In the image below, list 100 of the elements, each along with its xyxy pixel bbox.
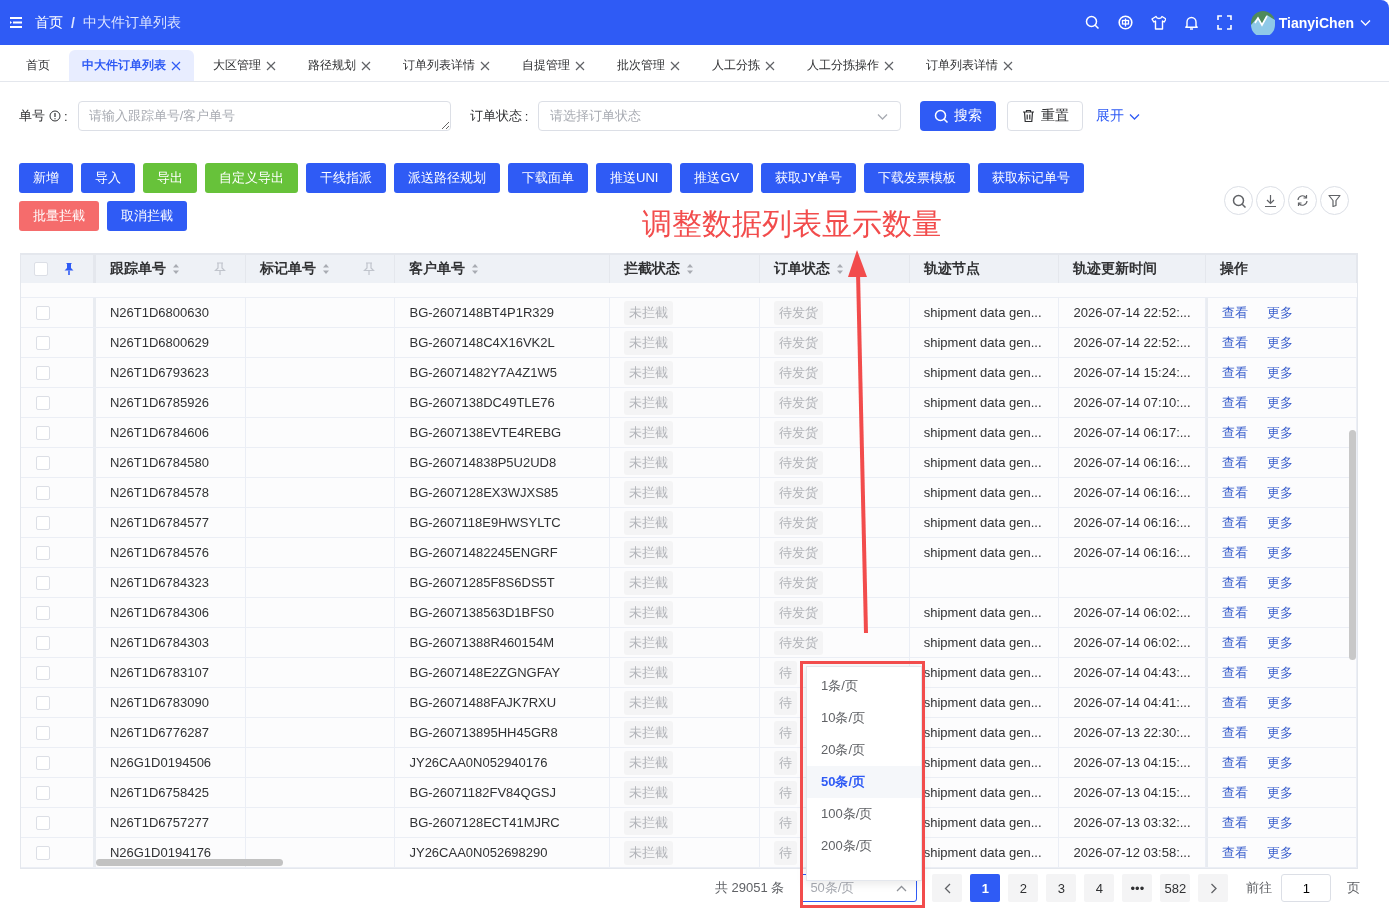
row-action-link[interactable]: 更多 [1267, 573, 1294, 592]
row-action-link[interactable]: 更多 [1267, 843, 1294, 862]
column-header[interactable]: 订单状态 [773, 260, 830, 278]
action-button[interactable]: 导入 [81, 163, 135, 193]
reset-button[interactable]: 重置 [1007, 101, 1084, 131]
row-action-link[interactable]: 更多 [1267, 513, 1294, 532]
status-tag: 待发货 [773, 420, 823, 445]
row-action-link[interactable]: 查看 [1222, 843, 1249, 862]
page-unit-label: 页 [1347, 879, 1361, 897]
column-header[interactable]: 轨迹更新时间 [1073, 260, 1158, 278]
column-header[interactable]: 客户单号 [409, 260, 466, 278]
status-tag: 未拦截 [624, 330, 674, 355]
column-header[interactable]: 跟踪单号 [109, 260, 166, 278]
row-action-link[interactable]: 查看 [1222, 633, 1249, 652]
row-action-link[interactable]: 更多 [1267, 693, 1294, 712]
row-action-link[interactable]: 更多 [1267, 303, 1294, 322]
row-action-link[interactable]: 更多 [1267, 633, 1294, 652]
menu-item[interactable]: 50条/页 [807, 766, 921, 798]
column-header[interactable]: 标记单号 [259, 260, 316, 278]
row-action-link[interactable]: 更多 [1267, 483, 1294, 502]
user-name[interactable]: TianyiChen [1278, 14, 1354, 31]
action-button[interactable]: 获取标记单号 [978, 163, 1085, 193]
row-action-link[interactable]: 查看 [1222, 303, 1249, 322]
page-button[interactable]: 3 [1046, 874, 1077, 902]
page-button[interactable]: ••• [1122, 874, 1153, 902]
tab[interactable]: 订单列表详情 [913, 50, 1026, 81]
page-button[interactable]: 1 [970, 874, 1001, 902]
page-button[interactable]: 582 [1160, 874, 1191, 902]
column-header[interactable]: 拦截状态 [624, 260, 681, 278]
row-action-link[interactable]: 查看 [1222, 423, 1249, 442]
row-action-link[interactable]: 查看 [1222, 753, 1249, 772]
row-action-link[interactable]: 查看 [1222, 453, 1249, 472]
status-tag: 待发货 [773, 330, 823, 355]
menu-item[interactable]: 10条/页 [807, 702, 921, 734]
row-action-link[interactable]: 更多 [1267, 603, 1294, 622]
row-action-link[interactable]: 更多 [1267, 753, 1294, 772]
row-action-link[interactable]: 查看 [1222, 483, 1249, 502]
row-action-link[interactable]: 更多 [1267, 663, 1294, 682]
breadcrumb-item[interactable]: 首页 [35, 13, 63, 32]
action-button[interactable]: 新增 [19, 163, 73, 193]
row-action-link[interactable]: 更多 [1267, 393, 1294, 412]
tab[interactable]: 订单列表详情 [390, 50, 503, 81]
table-cell: BG-260713895HH45GR8 [409, 725, 558, 740]
tab[interactable]: 中大件订单列表 [69, 50, 194, 81]
row-action-link[interactable]: 更多 [1267, 543, 1294, 562]
tab[interactable]: 大区管理 [200, 50, 289, 81]
table-cell: BG-26071482245ENGRF [409, 545, 558, 560]
action-button[interactable]: 下载面单 [508, 163, 588, 193]
text-area-field[interactable]: 请输入跟踪单号/客户单号 [77, 101, 451, 131]
row-action-link[interactable]: 查看 [1222, 663, 1249, 682]
column-header[interactable]: 操作 [1220, 260, 1249, 278]
row-action-link[interactable]: 更多 [1267, 363, 1294, 382]
tab[interactable]: 人工分拣操作 [794, 50, 907, 81]
menu-item[interactable]: 200条/页 [807, 830, 921, 862]
tab[interactable]: 人工分拣 [699, 50, 788, 81]
row-action-link[interactable]: 查看 [1222, 723, 1249, 742]
column-header[interactable]: 轨迹节点 [923, 260, 980, 278]
tab[interactable]: 批次管理 [604, 50, 693, 81]
action-button[interactable]: 派送路径规划 [394, 163, 500, 193]
row-action-link[interactable]: 查看 [1222, 693, 1249, 712]
row-action-link[interactable]: 更多 [1267, 453, 1294, 472]
tab[interactable]: 首页 [13, 50, 63, 81]
status-tag: 待发货 [773, 540, 823, 565]
menu-item[interactable]: 20条/页 [807, 734, 921, 766]
table-cell: N26T1D6784303 [109, 635, 209, 650]
tab[interactable]: 路径规划 [295, 50, 384, 81]
row-action-link[interactable]: 查看 [1222, 513, 1249, 532]
row-action-link[interactable]: 更多 [1267, 723, 1294, 742]
colon: : [64, 108, 68, 124]
row-action-link[interactable]: 查看 [1222, 603, 1249, 622]
tab[interactable]: 自提管理 [509, 50, 598, 81]
table-cell: 2026-07-13 04:15:... [1073, 785, 1191, 800]
page-number-field[interactable]: 1 [1281, 874, 1332, 902]
table-cell: BG-26071182FV84QGSJ [409, 785, 556, 800]
row-action-link[interactable]: 查看 [1222, 393, 1249, 412]
row-action-link[interactable]: 更多 [1267, 423, 1294, 442]
row-action-link[interactable]: 查看 [1222, 363, 1249, 382]
menu-item[interactable]: 100条/页 [807, 798, 921, 830]
action-button[interactable]: 获取JY单号 [761, 163, 857, 193]
page-button[interactable]: 2 [1008, 874, 1039, 902]
row-action-link[interactable]: 查看 [1222, 783, 1249, 802]
action-button[interactable]: 干线指派 [306, 163, 386, 193]
row-action-link[interactable]: 更多 [1267, 813, 1294, 832]
action-button[interactable]: 取消拦截 [107, 201, 187, 231]
breadcrumb-separator: / [71, 14, 75, 31]
expand-link[interactable]: 展开 [1096, 107, 1141, 125]
row-action-link[interactable]: 查看 [1222, 573, 1249, 592]
table-cell: N26T1D6785926 [109, 395, 209, 410]
row-action-link[interactable]: 查看 [1222, 543, 1249, 562]
menu-item[interactable]: 1条/页 [807, 670, 921, 702]
action-button[interactable]: 推送GV [680, 163, 754, 193]
table-cell: N26T1D6784580 [109, 455, 209, 470]
page-button[interactable]: 4 [1084, 874, 1115, 902]
row-action-link[interactable]: 查看 [1222, 333, 1249, 352]
row-action-link[interactable]: 更多 [1267, 783, 1294, 802]
row-action-link[interactable]: 查看 [1222, 813, 1249, 832]
action-button[interactable]: 推送UNI [596, 163, 673, 193]
action-button[interactable]: 下载发票模板 [864, 163, 971, 193]
search-button[interactable]: 搜索 [920, 101, 997, 131]
row-action-link[interactable]: 更多 [1267, 333, 1294, 352]
